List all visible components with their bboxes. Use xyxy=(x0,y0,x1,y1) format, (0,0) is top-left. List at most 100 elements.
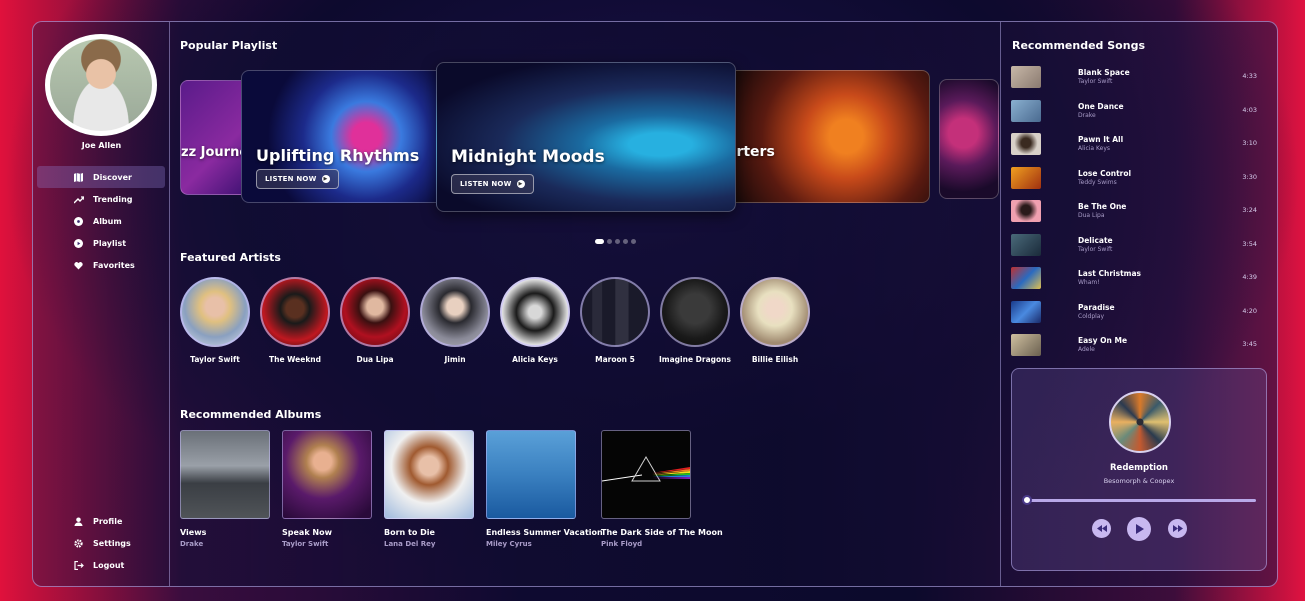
song-thumbnail xyxy=(1011,267,1041,289)
nav-item-playlist[interactable]: Playlist xyxy=(37,232,165,254)
playlist-card[interactable]: arters xyxy=(721,70,930,203)
artist-item[interactable]: Alicia Keys xyxy=(499,277,571,364)
album-item[interactable]: Born to Die Lana Del Rey xyxy=(384,430,494,548)
now-playing-artist: Besomorph & Coopex xyxy=(1103,477,1175,485)
artist-photo xyxy=(660,277,730,347)
album-artist: Lana Del Rey xyxy=(384,540,436,548)
carousel-dot[interactable] xyxy=(615,239,620,244)
playlist-title: Uplifting Rhythms xyxy=(256,146,420,165)
nav-label: Favorites xyxy=(93,260,135,270)
carousel-dot[interactable] xyxy=(631,239,636,244)
carousel-dot[interactable] xyxy=(595,239,604,244)
album-cover xyxy=(180,430,270,519)
progress-handle[interactable] xyxy=(1022,495,1032,505)
playlist-card-midnight-moods[interactable]: Midnight Moods LISTEN NOW ▶ xyxy=(436,62,736,212)
song-row[interactable]: Easy On Me Adele 3:45 xyxy=(1011,332,1273,358)
nav-label: Album xyxy=(93,216,122,226)
nav-label: Playlist xyxy=(93,238,127,248)
nav-label: Settings xyxy=(93,538,131,548)
nav-item-album[interactable]: Album xyxy=(37,210,165,232)
popular-playlist-title: Popular Playlist xyxy=(180,39,278,52)
album-item[interactable]: Views Drake xyxy=(180,430,290,548)
nav-item-favorites[interactable]: Favorites xyxy=(37,254,165,276)
nav-item-discover[interactable]: Discover xyxy=(37,166,165,188)
song-row[interactable]: Pawn It All Alicia Keys 3:10 xyxy=(1011,131,1273,157)
listen-now-button[interactable]: LISTEN NOW ▶ xyxy=(451,174,534,194)
user-icon xyxy=(74,516,83,526)
artist-item[interactable]: Maroon 5 xyxy=(579,277,651,364)
song-artist: Teddy Swims xyxy=(1078,179,1117,186)
song-row[interactable]: Blank Space Taylor Swift 4:33 xyxy=(1011,64,1273,90)
album-cover xyxy=(282,430,372,519)
play-icon xyxy=(1135,524,1144,534)
carousel-dot[interactable] xyxy=(623,239,628,244)
artist-name: Billie Eilish xyxy=(751,355,799,364)
artist-name: Dua Lipa xyxy=(356,355,394,364)
recommended-albums-title: Recommended Albums xyxy=(180,408,322,421)
album-item[interactable]: The Dark Side of The Moon Pink Floyd xyxy=(601,430,723,548)
song-title: Blank Space xyxy=(1078,68,1130,77)
listen-now-label: LISTEN NOW xyxy=(265,175,317,183)
nav-label: Discover xyxy=(93,172,132,182)
progress-bar[interactable] xyxy=(1026,499,1256,502)
song-thumbnail xyxy=(1011,200,1041,222)
album-icon xyxy=(74,216,83,226)
song-row[interactable]: Paradise Coldplay 4:20 xyxy=(1011,299,1273,325)
song-row[interactable]: Delicate Taylor Swift 3:54 xyxy=(1011,232,1273,258)
song-thumbnail xyxy=(1011,100,1041,122)
app-window: Joe Allen Discover Trending Album Playli… xyxy=(32,21,1278,587)
album-title: The Dark Side of The Moon xyxy=(601,528,723,537)
artist-name: Alicia Keys xyxy=(512,355,558,364)
nav-label: Trending xyxy=(93,194,133,204)
artist-item[interactable]: Billie Eilish xyxy=(739,277,811,364)
artist-item[interactable]: Taylor Swift xyxy=(179,277,251,364)
artist-photo xyxy=(500,277,570,347)
artist-item[interactable]: Imagine Dragons xyxy=(659,277,731,364)
play-circle-icon xyxy=(74,238,83,248)
song-title: Be The One xyxy=(1078,202,1127,211)
listen-now-button[interactable]: LISTEN NOW ▶ xyxy=(256,169,339,189)
album-title: Endless Summer Vacation xyxy=(486,528,603,537)
song-artist: Taylor Swift xyxy=(1078,246,1113,253)
album-artist: Miley Cyrus xyxy=(486,540,532,548)
now-playing-title: Redemption xyxy=(1110,463,1168,473)
album-item[interactable]: Speak Now Taylor Swift xyxy=(282,430,392,548)
sidebar: Joe Allen Discover Trending Album Playli… xyxy=(33,22,170,586)
artist-photo xyxy=(260,277,330,347)
nav-label: Profile xyxy=(93,516,123,526)
song-artist: Alicia Keys xyxy=(1078,145,1110,152)
play-icon: ▶ xyxy=(321,175,330,183)
artist-item[interactable]: Jimin xyxy=(419,277,491,364)
playlist-card-uplifting-rhythms[interactable]: Uplifting Rhythms LISTEN NOW ▶ xyxy=(241,70,450,203)
artist-item[interactable]: The Weeknd xyxy=(259,277,331,364)
song-title: Delicate xyxy=(1078,236,1113,245)
carousel-dot[interactable] xyxy=(607,239,612,244)
playlist-card[interactable]: s xyxy=(939,79,999,199)
heart-icon xyxy=(74,261,83,270)
song-row[interactable]: Last Christmas Wham! 4:39 xyxy=(1011,265,1273,291)
song-artist: Drake xyxy=(1078,112,1096,119)
trending-icon xyxy=(73,195,85,204)
nav-item-trending[interactable]: Trending xyxy=(37,188,165,210)
song-row[interactable]: Lose Control Teddy Swims 3:30 xyxy=(1011,165,1273,191)
artist-item[interactable]: Dua Lipa xyxy=(339,277,411,364)
fast-forward-button[interactable] xyxy=(1168,519,1187,538)
song-row[interactable]: One Dance Drake 4:03 xyxy=(1011,98,1273,124)
song-duration: 4:33 xyxy=(1242,72,1257,80)
song-thumbnail xyxy=(1011,133,1041,155)
play-button[interactable] xyxy=(1127,517,1151,541)
main-nav: Discover Trending Album Playlist Favorit… xyxy=(37,166,165,276)
avatar[interactable] xyxy=(45,34,157,136)
song-duration: 3:30 xyxy=(1242,173,1257,181)
song-row[interactable]: Be The One Dua Lipa 3:24 xyxy=(1011,198,1273,224)
nav-item-settings[interactable]: Settings xyxy=(37,532,165,554)
song-thumbnail xyxy=(1011,234,1041,256)
nav-item-profile[interactable]: Profile xyxy=(37,510,165,532)
album-cover xyxy=(384,430,474,519)
song-duration: 3:54 xyxy=(1242,240,1257,248)
album-item[interactable]: Endless Summer Vacation Miley Cyrus xyxy=(486,430,603,548)
song-title: One Dance xyxy=(1078,102,1124,111)
featured-artists-title: Featured Artists xyxy=(180,251,281,264)
nav-item-logout[interactable]: Logout xyxy=(37,554,165,576)
rewind-button[interactable] xyxy=(1092,519,1111,538)
